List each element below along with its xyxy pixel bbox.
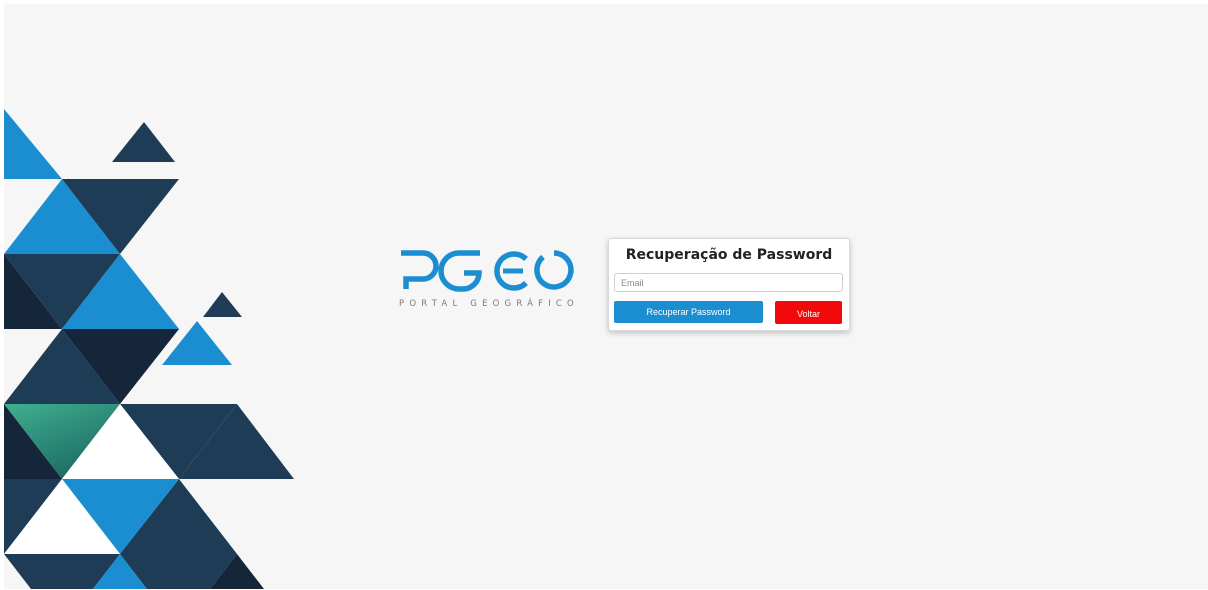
pgeo-logo-mark: [401, 250, 574, 292]
card-title: Recuperação de Password: [625, 247, 833, 263]
login-page-background: PORTAL GEOGRÁFICO Recuperação de Passwor…: [4, 4, 1208, 589]
logo-subtitle: PORTAL GEOGRÁFICO: [399, 299, 579, 309]
triangle-pattern-decoration: [4, 109, 294, 589]
email-input[interactable]: [614, 273, 843, 292]
pgeo-logo: PORTAL GEOGRÁFICO: [397, 247, 577, 311]
back-button[interactable]: Voltar: [775, 301, 842, 324]
password-recovery-card: Recuperação de Password Recuperar Passwo…: [608, 238, 850, 331]
recover-password-button[interactable]: Recuperar Password: [614, 301, 763, 323]
